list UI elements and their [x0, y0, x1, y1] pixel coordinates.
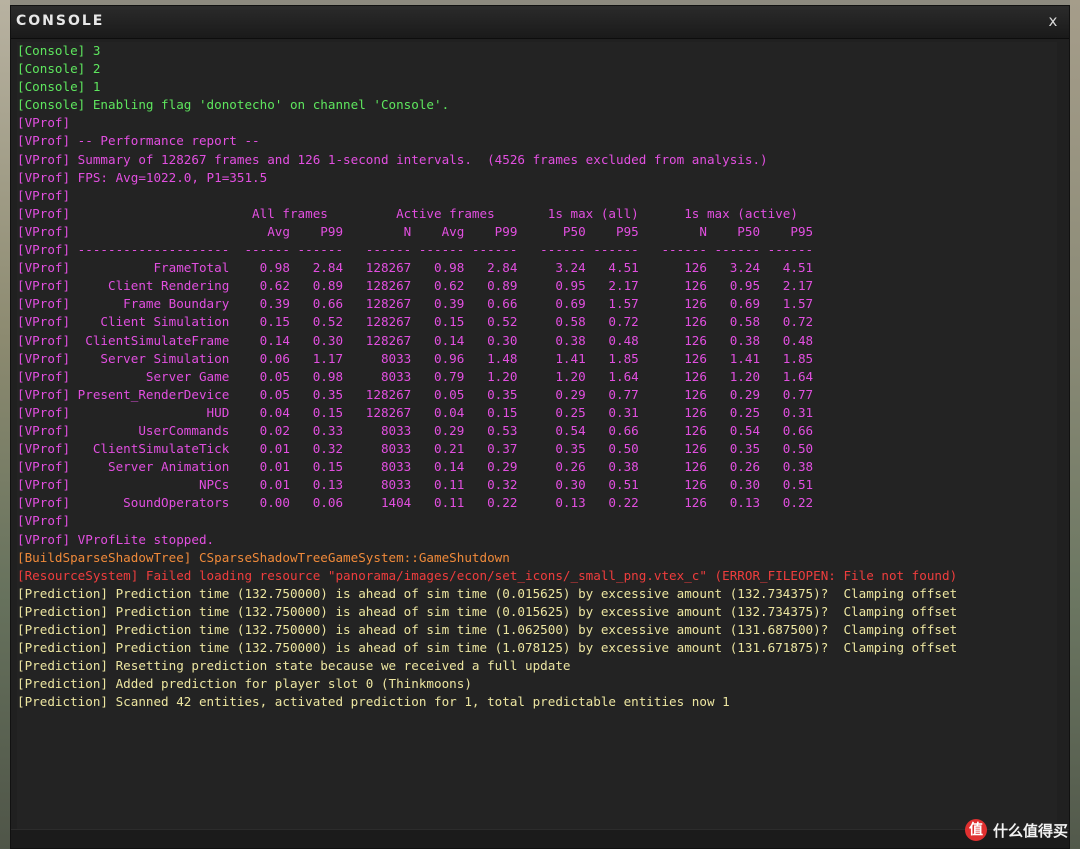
console-line: [VProf] Summary of 128267 frames and 126… [17, 151, 768, 167]
console-line: [Prediction] Prediction time (132.750000… [17, 585, 958, 601]
console-line: [VProf] SoundOperators 0.00 0.06 1404 0.… [17, 495, 814, 511]
console-line: [Prediction] Resetting prediction state … [17, 658, 571, 674]
console-line: [VProf] Server Game 0.05 0.98 8033 0.79 … [17, 368, 814, 384]
watermark-badge-icon: 值 [964, 819, 987, 841]
console-line: [VProf] [17, 513, 71, 529]
console-line: [VProf] Server Simulation 0.06 1.17 8033… [17, 350, 814, 366]
console-line: [VProf] ClientSimulateTick 0.01 0.32 803… [17, 441, 814, 457]
console-line: [BuildSparseShadowTree] CSparseShadowTre… [17, 549, 510, 565]
watermark-logo: 值 什么值得买 [964, 817, 1068, 843]
console-line: [VProf] UserCommands 0.02 0.33 8033 0.29… [17, 422, 814, 438]
console-line: [VProf] VProfLite stopped. [17, 531, 215, 547]
console-line: [VProf] [17, 115, 71, 131]
console-line: [VProf] Client Simulation 0.15 0.52 1282… [17, 314, 814, 330]
console-title: CONSOLE [16, 13, 105, 29]
console-line: [VProf] Avg P99 N Avg P99 P50 P95 N P50 … [17, 223, 814, 239]
console-line: [ResourceSystem] Failed loading resource… [17, 567, 958, 583]
console-line: [VProf] All frames Active frames 1s max … [17, 205, 798, 221]
console-line: [VProf] -------------------- ------ ----… [17, 242, 814, 258]
close-icon[interactable]: x [1043, 11, 1063, 31]
console-line: [VProf] FPS: Avg=1022.0, P1=351.5 [17, 169, 268, 185]
console-line: [VProf] Frame Boundary 0.39 0.66 128267 … [17, 296, 814, 312]
background-left [0, 0, 10, 849]
console-line: [Prediction] Prediction time (132.750000… [17, 640, 958, 656]
console-line: [VProf] Client Rendering 0.62 0.89 12826… [17, 278, 814, 294]
console-line: [Prediction] Prediction time (132.750000… [17, 603, 958, 619]
console-window: CONSOLE x [Console] 3 [Console] 2 [Console… [10, 5, 1070, 849]
console-line: [VProf] NPCs 0.01 0.13 8033 0.11 0.32 0.… [17, 477, 814, 493]
console-titlebar[interactable]: CONSOLE x [11, 6, 1069, 39]
console-input-bar[interactable] [11, 829, 1069, 848]
console-line: [VProf] FrameTotal 0.98 2.84 128267 0.98… [17, 260, 814, 276]
console-line: [VProf] ClientSimulateFrame 0.14 0.30 12… [17, 332, 814, 348]
console-line: [Console] 1 [17, 79, 101, 95]
console-line: [VProf] Present_RenderDevice 0.05 0.35 1… [17, 386, 814, 402]
background-right [1070, 0, 1080, 849]
console-line: [Prediction] Scanned 42 entities, activa… [17, 694, 730, 710]
console-line: [VProf] -- Performance report -- [17, 133, 260, 149]
console-line: [Prediction] Added prediction for player… [17, 676, 472, 692]
console-line: [Console] 3 [17, 43, 101, 58]
console-line: [Console] 2 [17, 61, 101, 77]
console-line: [VProf] Server Animation 0.01 0.15 8033 … [17, 459, 814, 475]
watermark-text: 什么值得买 [992, 821, 1068, 840]
console-line: [VProf] [17, 187, 71, 203]
console-line: [Console] Enabling flag 'donotecho' on c… [17, 97, 450, 113]
console-line: [Prediction] Prediction time (132.750000… [17, 622, 958, 637]
console-log[interactable]: [Console] 3 [Console] 2 [Console] 1 [Consol… [17, 42, 1057, 830]
console-line: [VProf] HUD 0.04 0.15 128267 0.04 0.15 0… [17, 404, 814, 420]
